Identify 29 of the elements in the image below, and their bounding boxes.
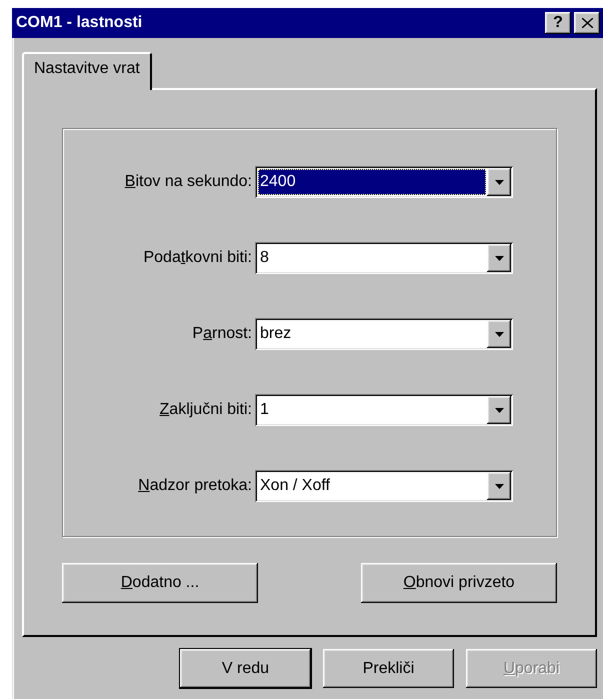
- dropdown[interactable]: Xon / Xoff: [255, 470, 513, 502]
- caret-icon: [494, 256, 504, 260]
- ok-button[interactable]: V redu: [180, 649, 311, 688]
- help-button[interactable]: ?: [545, 12, 571, 34]
- field-label: Bitov na sekundo:: [124, 173, 252, 191]
- field-label: Zaključni biti:: [160, 401, 252, 419]
- restore-defaults-button[interactable]: Obnovi privzeto: [361, 563, 557, 603]
- dropdown-button[interactable]: [487, 396, 511, 424]
- dropdown-button[interactable]: [487, 244, 511, 272]
- caret-icon: [494, 332, 504, 336]
- cancel-button[interactable]: Prekliči: [323, 649, 454, 688]
- more-button[interactable]: Dodatno ...: [62, 563, 258, 603]
- tab[interactable]: Nastavitve vrat: [22, 52, 152, 90]
- close-button[interactable]: [574, 12, 600, 34]
- dropdown[interactable]: 2400: [255, 166, 513, 198]
- dropdown-button[interactable]: [487, 320, 511, 348]
- caret-icon: [494, 408, 504, 412]
- dropdown-button[interactable]: [487, 168, 511, 196]
- dropdown[interactable]: 1: [255, 394, 513, 426]
- field-label: Nadzor pretoka:: [138, 477, 252, 495]
- field-label: Parnost:: [192, 325, 252, 343]
- close-icon: [582, 18, 592, 28]
- dropdown-button[interactable]: [487, 472, 511, 500]
- caret-icon: [494, 484, 504, 488]
- dropdown[interactable]: 8: [255, 242, 513, 274]
- field-label: Podatkovni biti:: [143, 249, 252, 267]
- dropdown[interactable]: brez: [255, 318, 513, 350]
- window-title: COM1 - lastnosti: [16, 14, 144, 32]
- caret-icon: [494, 180, 504, 184]
